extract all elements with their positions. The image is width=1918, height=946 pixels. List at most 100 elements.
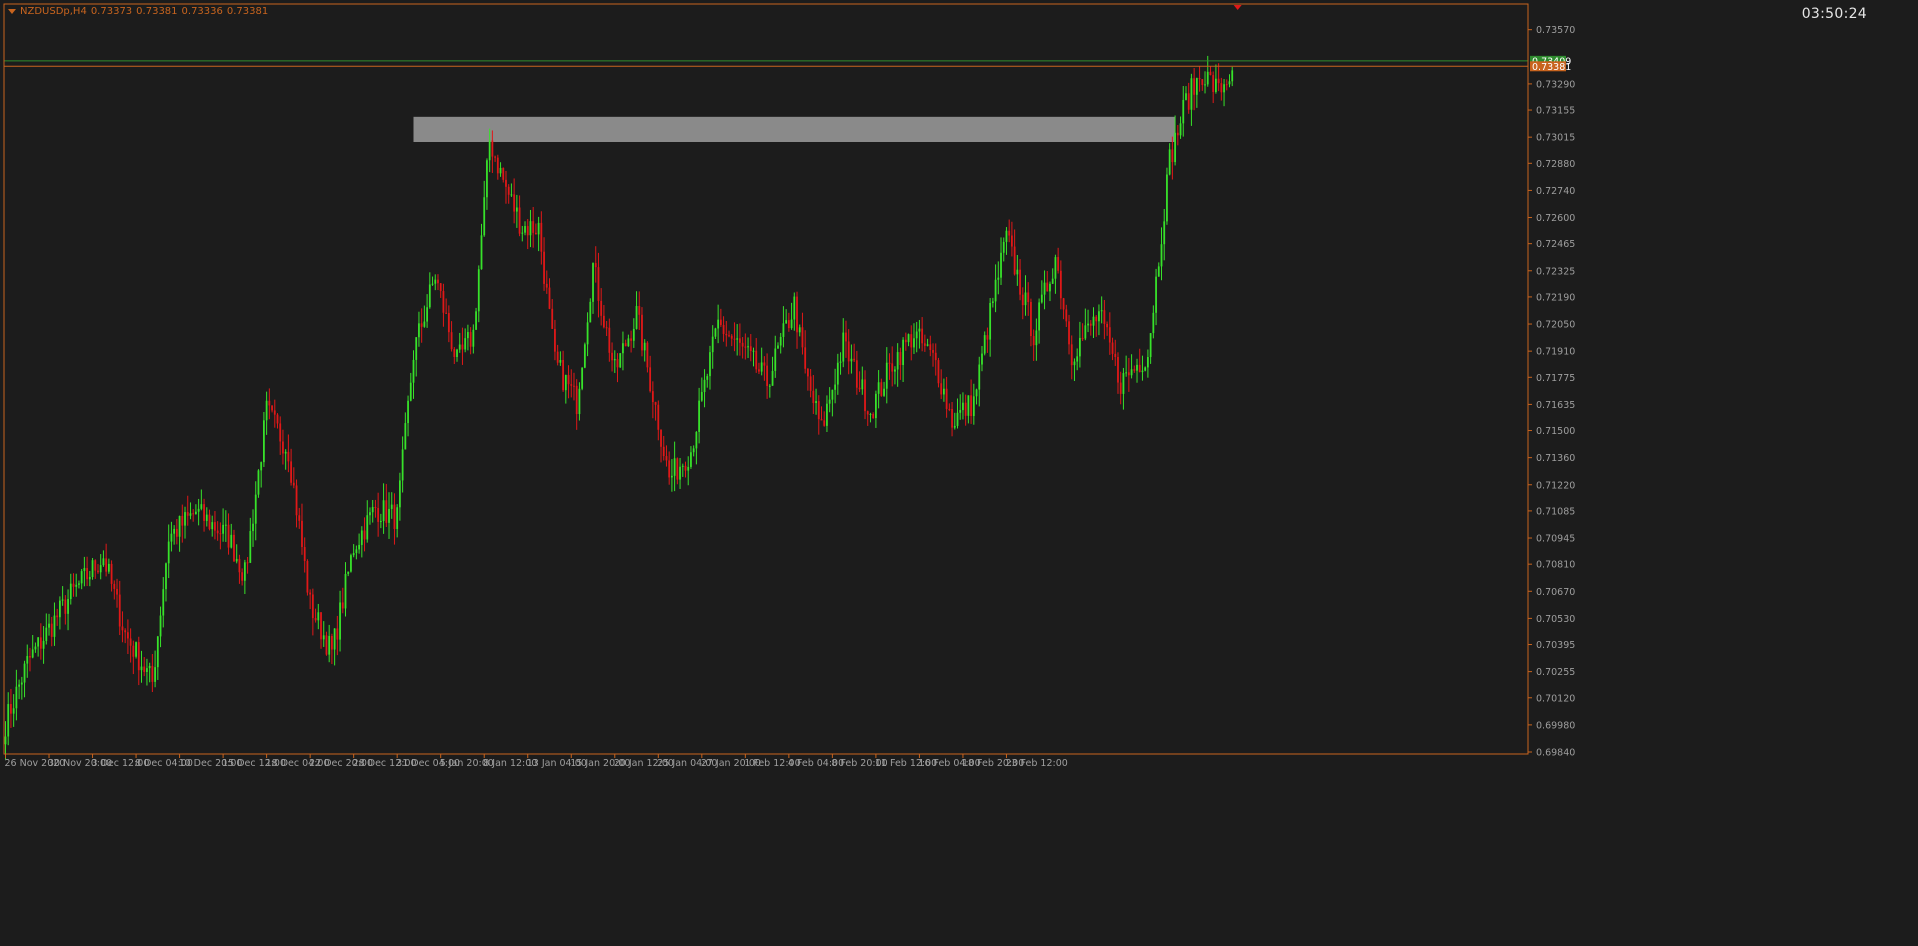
candle-body (1021, 294, 1024, 306)
candle-body (173, 528, 176, 534)
candle-body (869, 413, 872, 415)
candle-body (477, 269, 480, 312)
candle-body (532, 221, 535, 233)
candle-body (796, 296, 798, 333)
price-chart[interactable]: 0.73570 0.73290 0.73155 0.73015 0.72880 0.727… (0, 0, 1918, 946)
candle-body (322, 635, 325, 640)
candle-body (605, 327, 608, 329)
candle-body (722, 324, 725, 334)
candle-body (412, 359, 415, 383)
candles-layer (4, 55, 1234, 760)
candle-body (203, 504, 205, 521)
candle-body (850, 358, 853, 362)
candle-body (515, 207, 518, 212)
candle-body (654, 402, 657, 405)
y-tick-label: 0.70945 (1536, 534, 1575, 545)
candle-body (594, 263, 597, 268)
candle-body (263, 420, 265, 463)
candle-body (510, 194, 513, 196)
candle-body (1051, 278, 1054, 284)
candle-body (700, 392, 703, 401)
candle-body (526, 226, 529, 236)
candle-body (698, 400, 700, 432)
candle-body (88, 577, 91, 580)
candle-body (91, 560, 94, 578)
candle-body (709, 352, 711, 377)
candle-body (1111, 342, 1114, 354)
y-tick-label: 0.72600 (1536, 213, 1575, 224)
candle-body (401, 449, 404, 481)
candle-body (86, 567, 88, 580)
candle-body (186, 512, 189, 516)
candle-body (105, 558, 108, 572)
candle-body (366, 515, 369, 540)
candle-body (434, 279, 437, 284)
candle-body (1108, 327, 1111, 343)
candle-body (1054, 257, 1057, 279)
candle-body (360, 530, 363, 545)
candle-body (660, 429, 662, 447)
candle-body (880, 382, 883, 396)
candle-body (608, 327, 611, 353)
candle-body (790, 319, 793, 329)
candle-body (641, 314, 643, 351)
candle-body (649, 367, 652, 392)
candle-body (758, 369, 760, 372)
candle-body (80, 571, 83, 584)
candle-body (279, 423, 282, 442)
resistance-zone (413, 116, 1176, 142)
candle-body (20, 682, 23, 685)
y-tick-label: 0.72465 (1536, 239, 1575, 250)
candle-body (12, 708, 15, 714)
close-value: 0.73381 (226, 6, 269, 17)
candle-body (592, 263, 594, 302)
candle-body (59, 600, 61, 618)
candle-body (331, 635, 333, 650)
chart-header: NZDUSDp,H4 0.73373 0.73381 0.73336 0.73381 (8, 6, 272, 17)
candle-body (1095, 316, 1098, 322)
candle-body (483, 197, 486, 236)
candle-body (904, 339, 907, 343)
y-tick-label: 0.69980 (1536, 720, 1575, 731)
candle-body (358, 544, 360, 550)
candle-body (284, 451, 287, 454)
candle-body (69, 583, 72, 600)
candle-body (646, 342, 649, 368)
candle-body (953, 425, 956, 428)
candle-body (1225, 84, 1228, 86)
candle-body (127, 632, 129, 639)
candle-body (124, 630, 127, 633)
candle-body (518, 207, 521, 234)
candle-body (496, 157, 499, 174)
collapse-arrow-icon[interactable] (8, 8, 16, 14)
candle-body (341, 602, 344, 609)
candle-body (18, 684, 20, 687)
candle-body (1084, 325, 1087, 339)
candle-body (1231, 70, 1234, 82)
candle-body (339, 602, 341, 640)
candle-body (842, 332, 845, 362)
candle-body (809, 376, 812, 391)
candle-body (1008, 230, 1011, 236)
candle-body (687, 466, 690, 471)
y-tick-label: 0.71500 (1536, 426, 1575, 437)
candle-body (913, 338, 915, 348)
candle-body (102, 558, 105, 566)
candle-body (719, 319, 722, 325)
candle-body (717, 319, 720, 329)
candle-body (1065, 309, 1068, 322)
candle-body (875, 393, 877, 419)
candle-body (472, 329, 475, 347)
candle-body (121, 626, 124, 631)
open-value: 0.73373 (90, 6, 133, 17)
candle-body (34, 646, 37, 650)
candle-body (1062, 298, 1065, 310)
candle-body (374, 507, 377, 509)
candle-body (638, 306, 641, 315)
candle-body (235, 558, 238, 562)
candle-body (545, 283, 548, 288)
candle-body (676, 458, 679, 480)
candle-body (205, 514, 208, 521)
candle-body (309, 592, 312, 595)
candle-body (208, 514, 211, 530)
